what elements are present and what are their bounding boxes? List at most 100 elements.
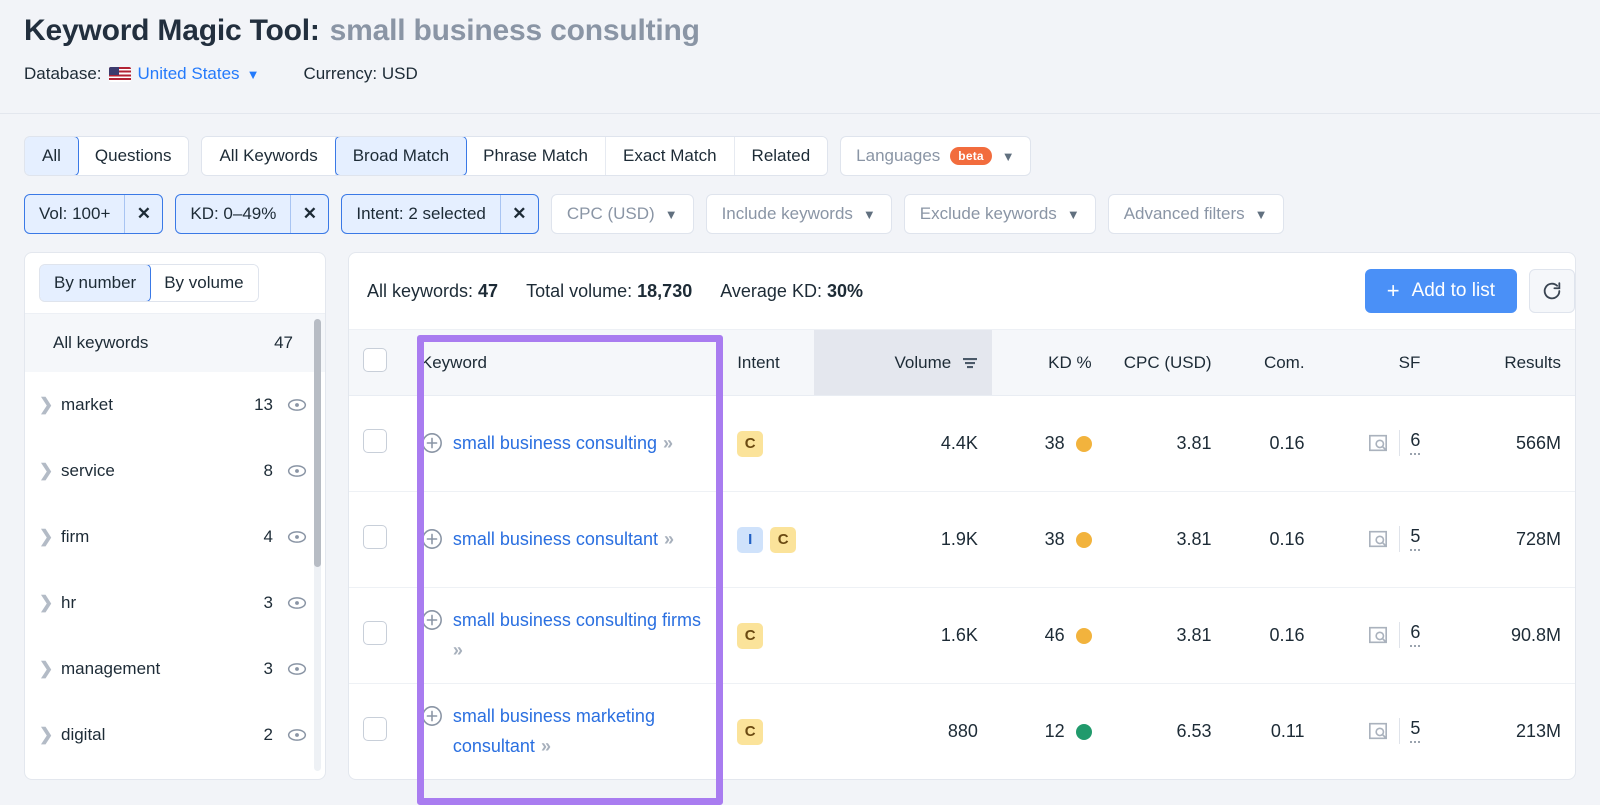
chevron-double-right-icon[interactable]: »: [538, 736, 551, 756]
tab-exact-match[interactable]: Exact Match: [606, 137, 735, 175]
eye-icon[interactable]: [287, 461, 307, 481]
keyword-link[interactable]: small business consulting »: [453, 429, 673, 459]
keyword-link[interactable]: small business consultant »: [453, 525, 674, 555]
row-checkbox[interactable]: [363, 717, 387, 741]
tab-broad-match[interactable]: Broad Match: [334, 137, 468, 175]
header-select-all[interactable]: [349, 329, 407, 396]
cpc-cell: 3.81: [1105, 587, 1226, 684]
chevron-right-icon[interactable]: ❯: [39, 659, 61, 679]
summary-stats: All keywords: 47 Total volume: 18,730 Av…: [367, 281, 863, 302]
serp-features-icon[interactable]: [1367, 529, 1389, 549]
header-results[interactable]: Results: [1434, 329, 1575, 396]
eye-icon[interactable]: [287, 593, 307, 613]
row-select-cell[interactable]: [349, 587, 407, 684]
intent-badge[interactable]: C: [737, 430, 764, 457]
add-keyword-icon[interactable]: [421, 432, 443, 454]
filter-chip-volume[interactable]: Vol: 100+ ✕: [24, 194, 164, 234]
intent-badge[interactable]: C: [737, 718, 764, 745]
database-value[interactable]: United States: [138, 64, 240, 84]
toggle-by-volume[interactable]: By volume: [150, 265, 258, 301]
tab-questions[interactable]: Questions: [77, 137, 189, 175]
chevron-right-icon[interactable]: ❯: [39, 527, 61, 547]
row-select-cell[interactable]: [349, 683, 407, 779]
chevron-double-right-icon[interactable]: »: [660, 433, 673, 453]
chevron-double-right-icon[interactable]: »: [661, 529, 674, 549]
sidebar-scrollbar-thumb[interactable]: [314, 319, 321, 567]
sf-cell: 5: [1318, 491, 1435, 588]
sf-count[interactable]: 6: [1410, 430, 1421, 455]
group-label: service: [61, 460, 115, 480]
serp-features-icon[interactable]: [1367, 625, 1389, 645]
close-icon[interactable]: ✕: [290, 195, 328, 233]
sidebar-item-management[interactable]: ❯ management 3: [25, 636, 325, 702]
languages-dropdown[interactable]: Languages beta ▼: [840, 136, 1031, 176]
table-row[interactable]: small business consulting firms » C 1.6K…: [349, 587, 1575, 684]
chevron-right-icon[interactable]: ❯: [39, 593, 61, 613]
chevron-right-icon[interactable]: ❯: [39, 725, 61, 745]
tab-related[interactable]: Related: [734, 137, 828, 175]
filter-chip-kd[interactable]: KD: 0–49% ✕: [175, 194, 330, 234]
add-to-list-button[interactable]: + Add to list: [1364, 269, 1517, 313]
close-icon[interactable]: ✕: [124, 195, 162, 233]
stat-total-volume-label: Total volume:: [526, 280, 633, 301]
sidebar-item-digital[interactable]: ❯ digital 2: [25, 702, 325, 768]
keyword-link[interactable]: small business consulting firms »: [453, 606, 709, 665]
sidebar-scrollbar[interactable]: [314, 319, 321, 771]
eye-icon[interactable]: [287, 659, 307, 679]
add-keyword-icon[interactable]: [421, 609, 443, 631]
database-selector[interactable]: Database: United States ▼: [24, 64, 259, 84]
header-intent[interactable]: Intent: [723, 329, 815, 396]
eye-icon[interactable]: [287, 527, 307, 547]
tab-all-keywords[interactable]: All Keywords: [202, 137, 336, 175]
refresh-button[interactable]: [1529, 269, 1575, 313]
chevron-down-icon: ▼: [1254, 206, 1268, 222]
intent-badge[interactable]: I: [737, 526, 764, 553]
table-row[interactable]: small business marketing consultant » C …: [349, 683, 1575, 779]
tab-phrase-match[interactable]: Phrase Match: [466, 137, 606, 175]
sidebar-item-market[interactable]: ❯ market 13: [25, 372, 325, 438]
sf-count[interactable]: 6: [1410, 622, 1421, 647]
header-kd[interactable]: KD %: [991, 329, 1106, 396]
table-row[interactable]: small business consultant » I C 1.9K 38: [349, 491, 1575, 588]
serp-features-icon[interactable]: [1367, 721, 1389, 741]
filter-include-keywords-dropdown[interactable]: Include keywords ▼: [705, 194, 892, 234]
chevron-right-icon[interactable]: ❯: [39, 461, 61, 481]
serp-features-icon[interactable]: [1367, 433, 1389, 453]
row-checkbox[interactable]: [363, 429, 387, 453]
toggle-by-number[interactable]: By number: [39, 265, 152, 301]
chevron-right-icon[interactable]: ❯: [39, 395, 61, 415]
row-checkbox[interactable]: [363, 621, 387, 645]
intent-badge[interactable]: C: [770, 526, 797, 553]
filter-cpc-dropdown[interactable]: CPC (USD) ▼: [550, 194, 694, 234]
eye-icon[interactable]: [287, 725, 307, 745]
sidebar-item-firm[interactable]: ❯ firm 4: [25, 504, 325, 570]
table-row[interactable]: small business consulting » C 4.4K 38 3.…: [349, 395, 1575, 492]
header-keyword[interactable]: Keyword: [406, 329, 724, 396]
sidebar-item-all-keywords[interactable]: All keywords 47: [25, 314, 325, 372]
row-checkbox[interactable]: [363, 525, 387, 549]
add-keyword-icon[interactable]: [421, 528, 443, 550]
filter-chip-intent[interactable]: Intent: 2 selected ✕: [341, 194, 539, 234]
sf-count[interactable]: 5: [1410, 526, 1421, 551]
sf-count[interactable]: 5: [1410, 718, 1421, 743]
header-com[interactable]: Com.: [1225, 329, 1319, 396]
sidebar-item-hr[interactable]: ❯ hr 3: [25, 570, 325, 636]
eye-icon[interactable]: [287, 395, 307, 415]
filter-advanced-dropdown[interactable]: Advanced filters ▼: [1107, 194, 1284, 234]
us-flag-icon: [108, 66, 131, 82]
chevron-double-right-icon[interactable]: »: [453, 640, 461, 660]
header-sf[interactable]: SF: [1318, 329, 1435, 396]
row-select-cell[interactable]: [349, 491, 407, 588]
intent-badge[interactable]: C: [737, 622, 764, 649]
row-select-cell[interactable]: [349, 395, 407, 492]
header-cpc[interactable]: CPC (USD): [1105, 329, 1226, 396]
volume-cell: 880: [814, 683, 992, 779]
filter-exclude-keywords-dropdown[interactable]: Exclude keywords ▼: [903, 194, 1096, 234]
sidebar-item-service[interactable]: ❯ service 8: [25, 438, 325, 504]
close-icon[interactable]: ✕: [499, 195, 538, 233]
add-keyword-icon[interactable]: [421, 705, 443, 727]
select-all-checkbox[interactable]: [363, 348, 387, 372]
header-volume[interactable]: Volume: [814, 329, 992, 396]
keyword-link[interactable]: small business marketing consultant »: [453, 702, 709, 761]
tab-all[interactable]: All: [25, 137, 79, 175]
